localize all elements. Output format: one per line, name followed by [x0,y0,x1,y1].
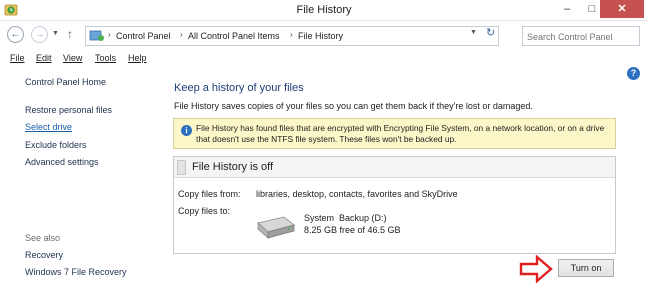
copy-to-label: Copy files to: [178,206,231,216]
status-indicator [177,160,186,175]
drive-free-space: 8.25 GB free of 46.5 GB [304,225,401,235]
help-icon[interactable]: ? [627,67,640,80]
window-title: File History [296,4,352,16]
refresh-icon[interactable]: ↻ [486,26,495,39]
menu-view[interactable]: View [63,53,82,63]
address-dropdown-icon[interactable]: ▼ [470,29,477,36]
breadcrumb-separator-icon: › [108,30,111,39]
search-input[interactable] [527,30,637,43]
address-bar[interactable]: › Control Panel › All Control Panel Item… [85,26,499,46]
minimize-button[interactable]: – [555,0,579,18]
info-text: File History has found files that are en… [196,123,605,144]
address-row: ← → ▼ ↑ › Control Panel › All Control Pa… [0,22,648,48]
left-pane: Control Panel Home Restore personal file… [0,70,158,298]
exclude-folders-link[interactable]: Exclude folders [25,140,87,150]
page-description: File History saves copies of your files … [174,101,533,111]
breadcrumb-separator-icon: › [290,30,293,39]
menu-help[interactable]: Help [128,53,147,63]
status-header: File History is off [174,157,615,178]
drive-name: System Backup (D:) [304,213,387,223]
breadcrumb-control-panel[interactable]: Control Panel [116,31,171,41]
breadcrumb-all-items[interactable]: All Control Panel Items [188,31,280,41]
control-panel-home-link[interactable]: Control Panel Home [25,77,106,87]
copy-from-label: Copy files from: [178,189,241,199]
forward-button[interactable]: → [31,26,48,43]
info-bar: i File History has found files that are … [173,118,616,149]
see-also-heading: See also [25,233,61,243]
control-panel-icon [89,30,104,41]
restore-personal-files-link[interactable]: Restore personal files [25,105,112,115]
status-panel: File History is off Copy files from: lib… [173,156,616,254]
advanced-settings-link[interactable]: Advanced settings [25,157,99,167]
menu-tools[interactable]: Tools [95,53,116,63]
breadcrumb-separator-icon: › [180,30,183,39]
info-icon: i [181,125,192,136]
breadcrumb-file-history[interactable]: File History [298,31,343,41]
hard-drive-icon [257,216,295,239]
close-button[interactable]: ✕ [600,0,644,18]
turn-on-button[interactable]: Turn on [558,259,614,277]
windows-7-file-recovery-link[interactable]: Windows 7 File Recovery [25,267,127,277]
search-box[interactable] [522,26,640,46]
recent-locations-chevron-icon[interactable]: ▼ [52,30,59,37]
recovery-link[interactable]: Recovery [25,250,63,260]
menu-file[interactable]: File [10,53,25,63]
back-button[interactable]: ← [7,26,24,43]
page-title: Keep a history of your files [174,82,304,94]
select-drive-link[interactable]: Select drive [25,122,72,132]
menu-bar: File Edit View Tools Help [0,49,648,67]
red-arrow-icon [519,255,553,283]
status-title: File History is off [192,161,274,173]
up-button[interactable]: ↑ [67,27,73,41]
menu-edit[interactable]: Edit [36,53,52,63]
copy-from-value: libraries, desktop, contacts, favorites … [256,189,458,199]
title-bar: File History – □ ✕ [0,0,648,21]
